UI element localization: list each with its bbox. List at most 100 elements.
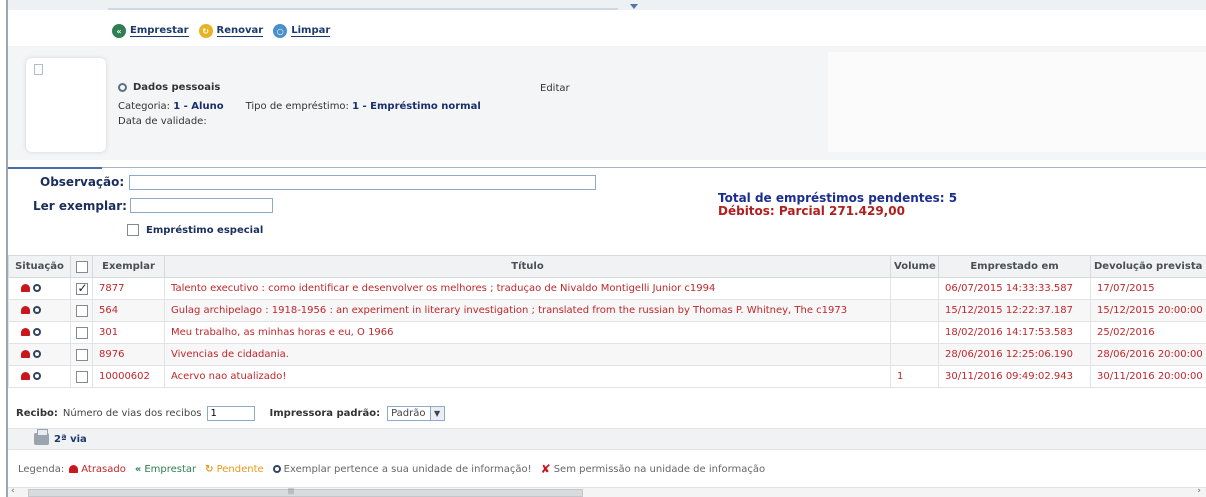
caret-down-icon[interactable] (630, 4, 638, 9)
emprestar-icon: « (112, 24, 126, 38)
patron-card: Dados pessoais Categoria: 1 - Aluno Tipo… (8, 46, 1206, 160)
emprestado-cell: 30/11/2016 09:49:02.943 (938, 365, 1091, 388)
tipo-emprestimo-value: 1 - Empréstimo normal (352, 101, 481, 112)
titulo-cell[interactable]: Gulag archipelago : 1918-1956 : an exper… (164, 299, 891, 322)
data-validade-label: Data de validade: (118, 116, 207, 127)
col-select-all (70, 255, 93, 278)
limpar-icon: ○ (273, 24, 288, 38)
ler-exemplar-input[interactable] (130, 198, 273, 213)
pendente-icon: ↻ (205, 463, 214, 475)
impressora-label: Impressora padrão: (269, 408, 381, 419)
legend-label: Legenda: (18, 463, 65, 475)
emprestimo-especial-checkbox[interactable] (127, 224, 139, 236)
renovar-label: Renovar (216, 25, 264, 37)
ring-icon (33, 284, 41, 292)
patron-photo (26, 58, 106, 152)
col-devolucao[interactable]: Devolução prevista (1090, 255, 1206, 278)
col-situacao[interactable]: Situação (8, 255, 71, 278)
row-checkbox[interactable] (75, 348, 88, 361)
limpar-button[interactable]: ○ Limpar (273, 24, 331, 38)
emprestado-cell: 15/12/2015 12:22:37.187 (938, 299, 1091, 322)
volume-cell (890, 277, 939, 300)
debitos: Débitos: Parcial 271.429,00 (718, 204, 905, 218)
legend-pendente: ↻ Pendente (205, 464, 263, 475)
row-checkbox[interactable] (75, 326, 88, 339)
select-all-checkbox[interactable] (75, 260, 88, 273)
loan-form: Observação: Ler exemplar: Empréstimo esp… (8, 169, 1206, 241)
legend-emprestar-label: Emprestar (144, 463, 197, 475)
table-row[interactable]: 7877Talento executivo : como identificar… (8, 277, 1206, 300)
volume-cell: 1 (890, 365, 939, 388)
emprestar-arrows-icon: « (134, 463, 142, 475)
impressora-select[interactable]: Padrão ▼ (387, 406, 445, 421)
ring-icon (33, 350, 41, 358)
via-bar: 2ª via (8, 428, 1206, 450)
dados-pessoais-label[interactable]: Dados pessoais (133, 82, 220, 93)
renovar-button[interactable]: ↻ Renovar (198, 24, 264, 38)
overdue-bell-icon (21, 306, 30, 314)
col-titulo[interactable]: Título (164, 255, 891, 278)
chevron-down-icon: ▼ (429, 407, 444, 420)
col-emprestado[interactable]: Emprestado em (938, 255, 1091, 278)
overdue-bell-icon (21, 372, 30, 380)
select-cell (70, 299, 93, 322)
col-volume[interactable]: Volume (890, 255, 939, 278)
top-tab-strip (8, 0, 1206, 10)
titulo-cell[interactable]: Acervo nao atualizado! (164, 365, 891, 388)
select-cell (70, 277, 93, 300)
categoria-label: Categoria: (118, 101, 171, 112)
emprestar-button[interactable]: « Emprestar (112, 24, 189, 38)
table-row[interactable]: 8976 Vivencias de cidadania. 28/06/2016 12… (8, 343, 1206, 366)
ring-icon (272, 465, 281, 473)
col-exemplar[interactable]: Exemplar (92, 255, 165, 278)
patron-info: Dados pessoais Categoria: 1 - Aluno Tipo… (118, 82, 481, 127)
situacao-cell (8, 343, 71, 366)
legend-pertence-label: Exemplar pertence a sua unidade de infor… (283, 463, 532, 475)
ring-icon (33, 328, 41, 336)
top-tab-line (108, 8, 618, 10)
situacao-cell (8, 277, 71, 300)
scrollbar-thumb[interactable] (28, 489, 583, 497)
loan-totals: Total de empréstimos pendentes: 5 Débito… (718, 192, 957, 218)
tipo-emprestimo-label: Tipo de empréstimo: (245, 101, 349, 112)
categoria-value: 1 - Aluno (173, 101, 224, 112)
scroll-left-icon[interactable]: ‹ (11, 486, 15, 496)
emprestado-cell: 28/06/2016 12:25:06.190 (938, 343, 1091, 366)
segunda-via-label: 2ª via (54, 433, 87, 445)
horizontal-scrollbar[interactable]: ‹ ||| › (8, 486, 1206, 497)
situacao-cell (8, 365, 71, 388)
editar-link[interactable]: Editar (540, 83, 570, 94)
legend-sem-permissao: ✘ Sem permissão na unidade de informação (541, 462, 766, 476)
titulo-cell[interactable]: Talento executivo : como identificar e d… (164, 277, 891, 300)
row-checkbox[interactable] (75, 370, 88, 383)
vias-input[interactable] (206, 406, 255, 421)
row-checkbox[interactable] (75, 281, 88, 295)
exemplar-cell[interactable]: 7877 (92, 277, 165, 300)
overdue-bell-icon (21, 284, 30, 292)
action-toolbar: « Emprestar ↻ Renovar ○ Limpar (8, 17, 1206, 45)
titulo-cell[interactable]: Meu trabalho, as minhas horas e eu, O 19… (164, 321, 891, 344)
exemplar-cell[interactable]: 301 (92, 321, 165, 344)
document-icon (34, 64, 43, 75)
row-checkbox[interactable] (75, 304, 88, 317)
volume-cell (890, 299, 939, 322)
table-row[interactable]: 301 Meu trabalho, as minhas horas e eu, O… (8, 321, 1206, 344)
observacao-input[interactable] (129, 175, 596, 190)
table-header-row: Situação Exemplar Título Volume Empresta… (8, 255, 1206, 278)
exemplar-cell[interactable]: 10000602 (92, 365, 165, 388)
emprestimo-especial-label: Empréstimo especial (146, 224, 264, 236)
segunda-via-button[interactable]: 2ª via (34, 429, 87, 445)
exemplar-cell[interactable]: 564 (92, 299, 165, 322)
titulo-cell[interactable]: Vivencias de cidadania. (164, 343, 891, 366)
select-cell (70, 343, 93, 366)
exemplar-cell[interactable]: 8976 (92, 343, 165, 366)
vias-label: Número de vias dos recibos (62, 408, 202, 419)
legend-sem-permissao-label: Sem permissão na unidade de informação (553, 463, 766, 475)
volume-cell (890, 343, 939, 366)
impressora-value: Padrão (391, 408, 426, 419)
scroll-right-icon[interactable]: › (1197, 486, 1201, 496)
table-row[interactable]: 564 Gulag archipelago : 1918-1956 : an ex… (8, 299, 1206, 322)
table-row[interactable]: 10000602 Acervo nao atualizado! 1 30/11/201… (8, 365, 1206, 388)
devolucao-cell: 17/07/2015 (1090, 277, 1206, 300)
ring-icon (33, 306, 41, 314)
